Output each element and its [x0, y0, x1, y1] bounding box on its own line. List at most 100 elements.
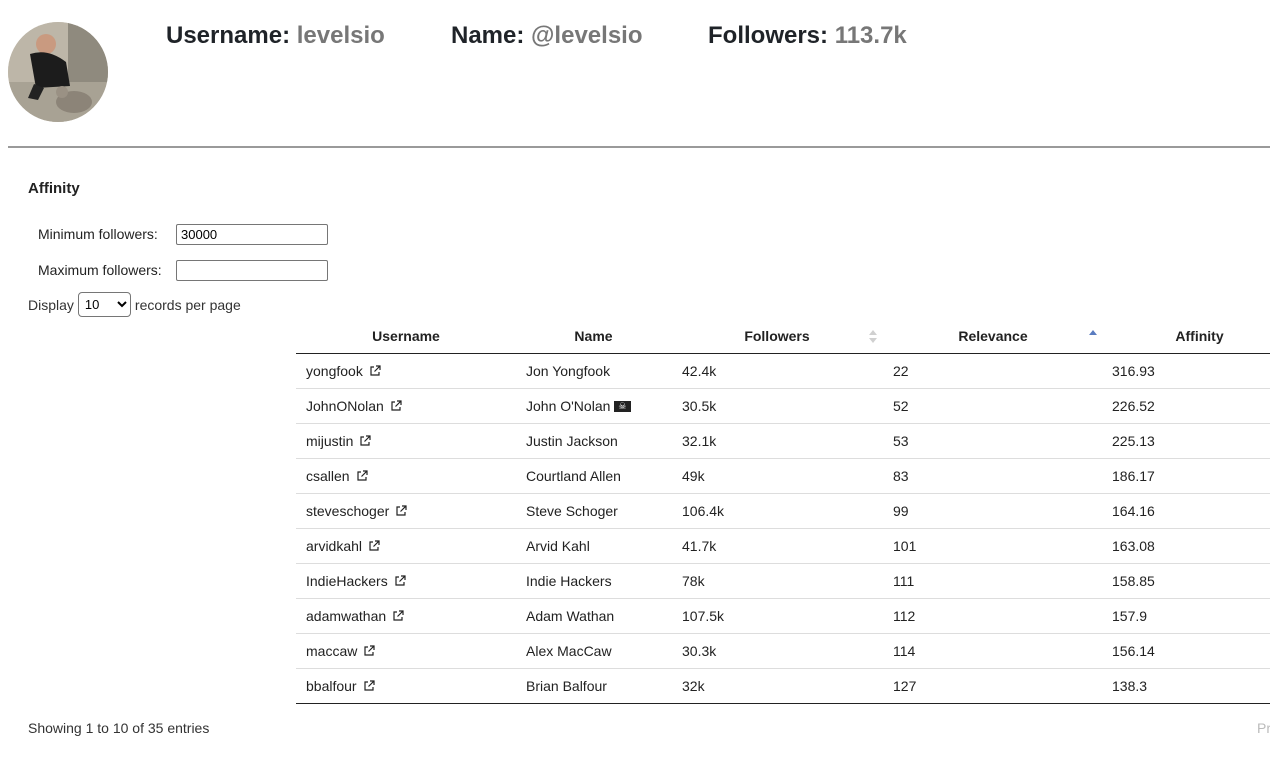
column-label: Name — [574, 327, 613, 344]
column-header-affinity[interactable]: Affinity — [1103, 318, 1270, 354]
page-length-control: Display 10 records per page — [28, 292, 241, 317]
cell-affinity: 163.08 — [1103, 528, 1270, 564]
external-link-icon[interactable] — [356, 469, 368, 485]
cell-followers: 49k — [671, 458, 883, 494]
cell-username: steveschoger — [296, 493, 516, 529]
cell-relevance: 83 — [883, 458, 1103, 494]
username-link[interactable]: yongfook — [306, 363, 363, 379]
name-text: Steve Schoger — [526, 503, 618, 519]
cell-followers: 30.3k — [671, 633, 883, 669]
table-row: csallen Courtland Allen 49k 83 186.17 — [296, 458, 1270, 494]
name-text: Alex MacCaw — [526, 643, 612, 659]
cell-username: mijustin — [296, 423, 516, 459]
cell-name: Indie Hackers — [516, 563, 671, 599]
cell-username: adamwathan — [296, 598, 516, 634]
username-link[interactable]: arvidkahl — [306, 538, 362, 554]
cell-affinity: 156.14 — [1103, 633, 1270, 669]
cell-relevance: 114 — [883, 633, 1103, 669]
table-row: arvidkahl Arvid Kahl 41.7k 101 163.08 — [296, 528, 1270, 564]
cell-relevance: 53 — [883, 423, 1103, 459]
pirate-flag-icon — [614, 400, 632, 412]
followers-value: 113.7k — [834, 22, 907, 49]
cell-relevance: 22 — [883, 353, 1103, 389]
name-text: Courtland Allen — [526, 468, 621, 484]
external-link-icon[interactable] — [359, 434, 372, 450]
display-label: Display — [28, 296, 74, 313]
cell-username: bbalfour — [296, 668, 516, 704]
sort-ascending-icon — [1089, 330, 1097, 344]
cell-name: Courtland Allen — [516, 458, 671, 494]
name-text: Jon Yongfook — [526, 363, 611, 379]
cell-username: csallen — [296, 458, 516, 494]
min-followers-input[interactable] — [176, 224, 328, 245]
table-row: maccaw Alex MacCaw 30.3k 114 156.14 — [296, 633, 1270, 669]
cell-name: John O'Nolan — [516, 388, 671, 424]
username-link[interactable]: steveschoger — [306, 503, 389, 519]
affinity-table-wrapper: Username Name Followers Relevance Affini… — [296, 318, 1270, 704]
column-header-relevance[interactable]: Relevance — [883, 318, 1103, 354]
external-link-icon[interactable] — [390, 399, 402, 415]
external-link-icon[interactable] — [395, 504, 407, 520]
column-label: Relevance — [958, 327, 1028, 344]
cell-followers: 32k — [671, 668, 883, 704]
username-label: Username: — [166, 22, 291, 49]
sort-icon — [869, 330, 877, 344]
min-followers-label: Minimum followers: — [38, 226, 158, 242]
cell-name: Brian Balfour — [516, 668, 671, 704]
external-link-icon[interactable] — [392, 609, 404, 625]
column-label: Affinity — [1175, 327, 1224, 344]
cell-username: arvidkahl — [296, 528, 516, 564]
name-text: Adam Wathan — [526, 608, 615, 624]
cell-name: Justin Jackson — [516, 423, 671, 459]
affinity-table: Username Name Followers Relevance Affini… — [296, 318, 1270, 704]
name-value: @levelsio — [531, 22, 643, 49]
section-title: Affinity — [28, 180, 80, 197]
username-link[interactable]: maccaw — [306, 643, 357, 659]
profile-name: Name: @levelsio — [451, 20, 643, 52]
username-link[interactable]: adamwathan — [306, 608, 386, 624]
external-link-icon[interactable] — [369, 364, 381, 380]
name-text: Brian Balfour — [526, 678, 607, 694]
name-label: Name: — [451, 22, 525, 49]
max-followers-input[interactable] — [176, 260, 328, 281]
profile-username: Username: levelsio — [166, 20, 385, 52]
column-header-username[interactable]: Username — [296, 318, 516, 354]
username-link[interactable]: IndieHackers — [306, 573, 388, 589]
avatar-photo — [8, 22, 108, 122]
cell-followers: 106.4k — [671, 493, 883, 529]
cell-relevance: 101 — [883, 528, 1103, 564]
max-followers-label: Maximum followers: — [38, 262, 162, 278]
cell-name: Arvid Kahl — [516, 528, 671, 564]
column-header-name[interactable]: Name — [516, 318, 671, 354]
username-link[interactable]: csallen — [306, 468, 350, 484]
cell-followers: 30.5k — [671, 388, 883, 424]
username-link[interactable]: bbalfour — [306, 678, 357, 694]
cell-affinity: 158.85 — [1103, 563, 1270, 599]
followers-label: Followers: — [708, 22, 829, 49]
column-label: Followers — [744, 327, 810, 344]
table-body: yongfook Jon Yongfook 42.4k 22 316.93 JohnONo… — [296, 353, 1270, 704]
name-text: John O'Nolan — [526, 398, 611, 414]
table-row: IndieHackers Indie Hackers 78k 111 158.85 — [296, 563, 1270, 599]
cell-followers: 78k — [671, 563, 883, 599]
cell-affinity: 226.52 — [1103, 388, 1270, 424]
previous-page-button[interactable]: Pr — [1257, 720, 1270, 736]
cell-relevance: 112 — [883, 598, 1103, 634]
cell-followers: 107.5k — [671, 598, 883, 634]
records-per-page-label: records per page — [134, 296, 241, 313]
external-link-icon[interactable] — [363, 679, 375, 695]
username-link[interactable]: mijustin — [306, 433, 353, 449]
cell-affinity: 164.16 — [1103, 493, 1270, 529]
table-row: bbalfour Brian Balfour 32k 127 138.3 — [296, 668, 1270, 704]
external-link-icon[interactable] — [394, 574, 406, 590]
username-link[interactable]: JohnONolan — [306, 398, 384, 414]
external-link-icon[interactable] — [363, 644, 375, 660]
cell-followers: 32.1k — [671, 423, 883, 459]
cell-relevance: 111 — [883, 563, 1103, 599]
table-row: mijustin Justin Jackson 32.1k 53 225.13 — [296, 423, 1270, 459]
page-length-select[interactable]: 10 — [77, 292, 131, 317]
table-row: yongfook Jon Yongfook 42.4k 22 316.93 — [296, 353, 1270, 389]
column-header-followers[interactable]: Followers — [671, 318, 883, 354]
avatar — [8, 22, 108, 122]
external-link-icon[interactable] — [368, 539, 380, 555]
